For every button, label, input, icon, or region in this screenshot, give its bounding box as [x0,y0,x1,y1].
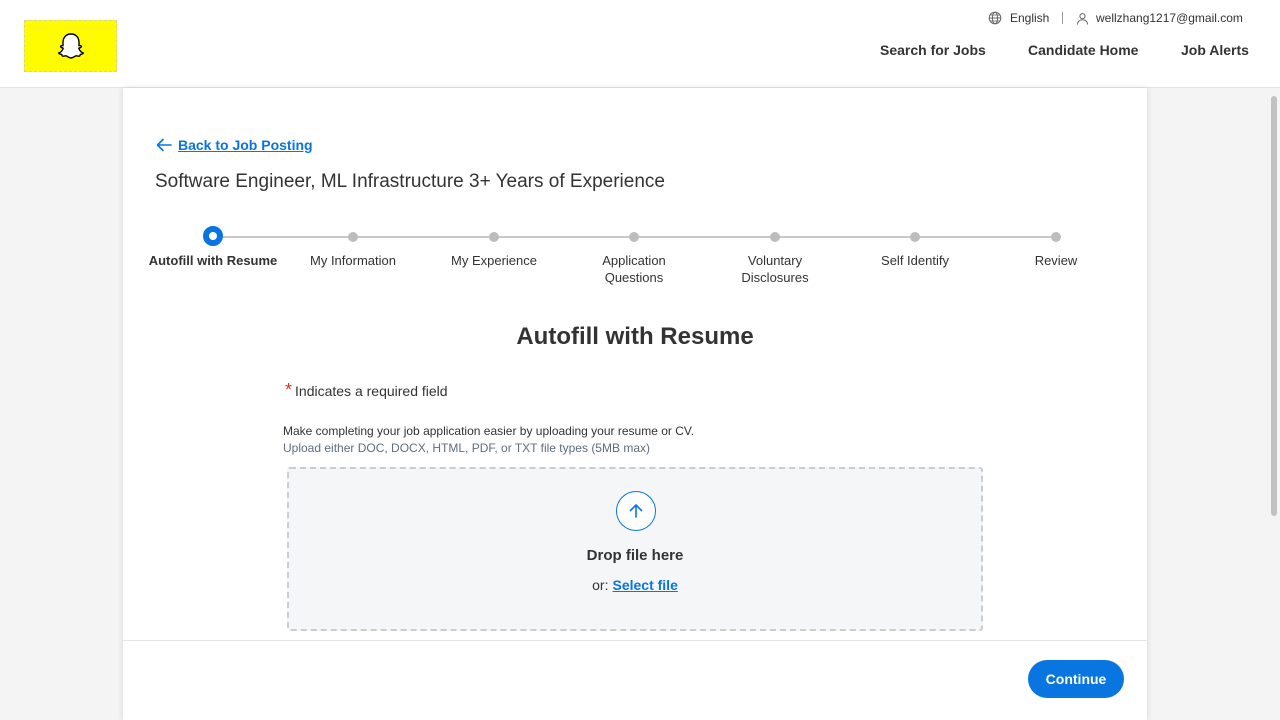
application-card: Back to Job Posting Software Engineer, M… [123,88,1147,720]
step-label: Autofill with Resume [148,253,278,268]
drop-file-text[interactable]: Drop file here [289,547,981,564]
back-to-job-posting-link[interactable]: Back to Job Posting [178,137,313,153]
globe-icon[interactable] [988,10,1006,26]
step-indicator [1051,232,1061,242]
step-label: My Experience [451,253,537,268]
step-my-information: My Information [283,226,423,269]
step-indicator [348,232,358,242]
resume-dropzone[interactable]: Drop file here or: Select file [287,467,983,631]
step-label: Review [1034,253,1078,268]
company-logo[interactable] [24,20,117,72]
step-application-questions: Application Questions [564,226,704,286]
file-types-hint: Upload either DOC, DOCX, HTML, PDF, or T… [283,441,650,455]
upload-icon[interactable] [616,491,656,531]
step-label: Voluntary Disclosures [741,253,809,285]
required-note-text: Indicates a required field [295,383,448,399]
step-indicator [910,232,920,242]
snapchat-ghost-icon [57,33,84,59]
step-indicator [770,232,780,242]
user-icon[interactable] [1076,10,1090,26]
nav-candidate-home[interactable]: Candidate Home [1028,42,1138,58]
user-account-email[interactable]: wellzhang1217@gmail.com [1096,10,1243,26]
nav-search-for-jobs[interactable]: Search for Jobs [880,42,986,58]
back-navigation: Back to Job Posting [155,136,313,153]
or-colon: : [604,577,609,593]
step-review: Review [986,226,1126,269]
required-field-note: * Indicates a required field [285,380,448,401]
step-indicator [489,232,499,242]
page-scrollbar[interactable] [1268,88,1280,720]
scrollbar-thumb[interactable] [1271,96,1277,516]
progress-stepper: Autofill with Resume My Information My E… [123,226,1147,296]
select-file-link[interactable]: Select file [612,577,677,593]
step-label: Application Questions [602,253,666,285]
step-voluntary-disclosures: Voluntary Disclosures [705,226,845,286]
nav-job-alerts[interactable]: Job Alerts [1181,42,1249,58]
section-title: Autofill with Resume [516,323,754,350]
or-text: or [592,577,605,593]
top-header: English wellzhang1217@gmail.com Search f… [0,0,1280,88]
step-indicator [629,232,639,242]
step-label: My Information [310,253,396,268]
select-file-row: or: Select file [289,577,981,593]
required-star: * [285,380,293,400]
step-current-indicator [203,226,223,246]
step-label: Self Identify [881,253,949,268]
job-title: Software Engineer, ML Infrastructure 3+ … [155,171,665,192]
continue-button[interactable]: Continue [1028,660,1124,698]
divider [1062,12,1063,24]
back-arrow-icon[interactable] [155,136,172,153]
upload-instructions: Make completing your job application eas… [283,424,695,438]
action-footer: Continue [123,640,1147,720]
step-self-identify: Self Identify [845,226,985,269]
language-selector[interactable]: English [1010,10,1049,26]
step-autofill-with-resume: Autofill with Resume [143,226,283,269]
step-my-experience: My Experience [424,226,564,269]
